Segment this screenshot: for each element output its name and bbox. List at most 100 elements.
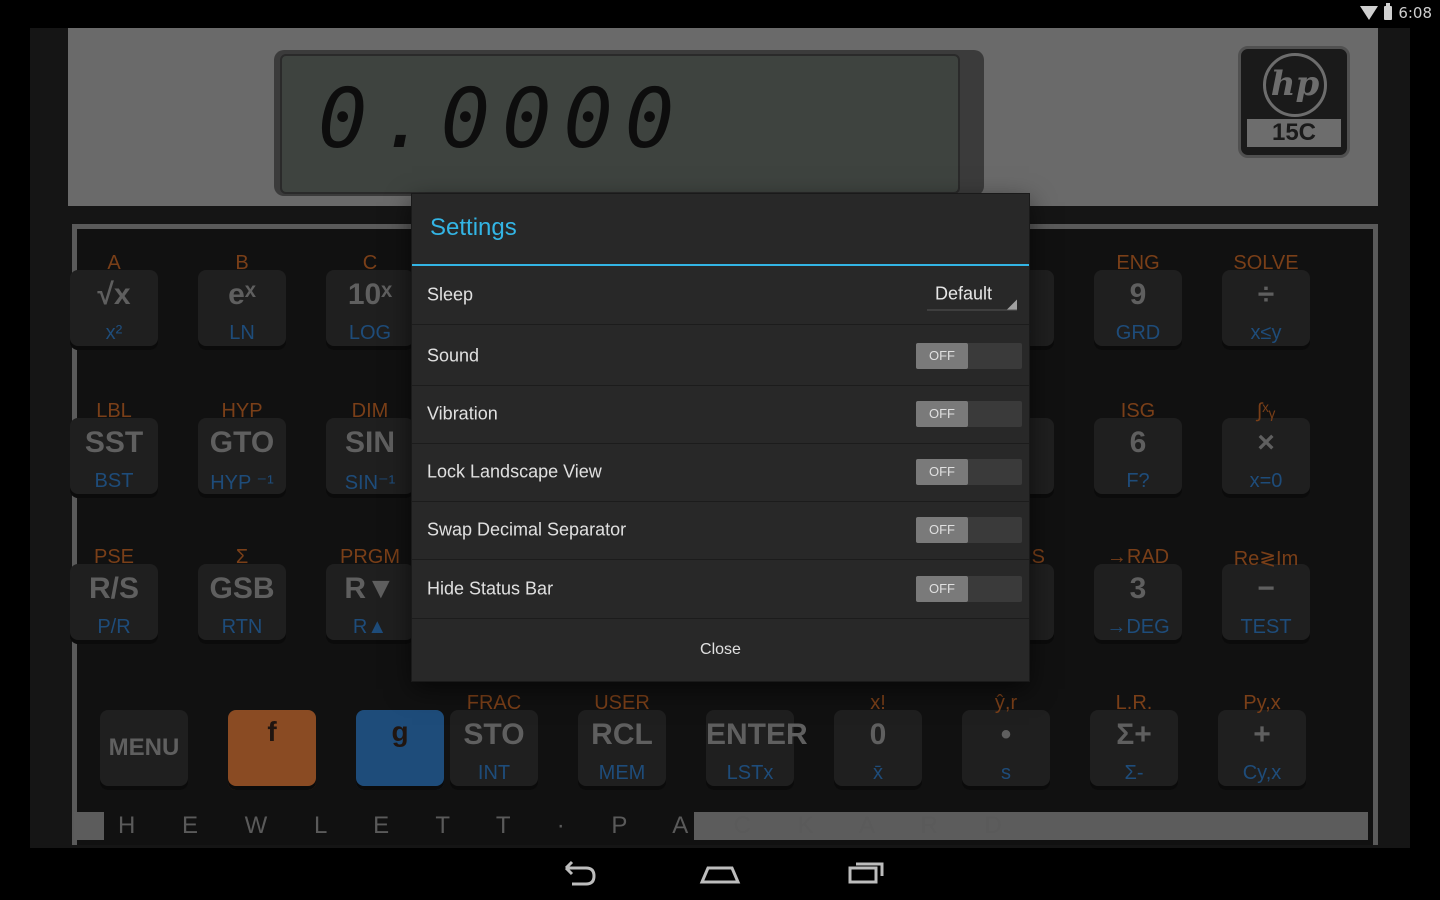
key-main-label: RCL xyxy=(591,718,653,751)
sleep-label: Sleep xyxy=(427,284,474,305)
lock-landscape-label: Lock Landscape View xyxy=(427,461,602,482)
key-main-label: STO xyxy=(463,718,525,751)
calculator-key[interactable]: USER RCL MEM xyxy=(578,692,666,790)
calculator-key[interactable]: LBL SST BST xyxy=(70,400,158,498)
navigation-bar xyxy=(0,848,1440,900)
key-shift-g-label: Cy,x xyxy=(1242,762,1282,784)
calculator-key[interactable]: PRGM R▼ R▲ xyxy=(326,546,414,644)
home-icon[interactable] xyxy=(698,858,742,888)
f-key-label: f xyxy=(267,716,277,747)
key-main-label: Σ+ xyxy=(1116,718,1152,751)
key-shift-g-label: x² xyxy=(105,322,123,344)
key-shift-g-label: Σ- xyxy=(1124,762,1144,784)
lock-landscape-toggle[interactable]: OFF xyxy=(916,459,1022,485)
recent-apps-icon[interactable] xyxy=(844,858,888,888)
sound-toggle-state: OFF xyxy=(916,343,968,369)
key-shift-f-label: x! xyxy=(870,692,886,714)
calculator-key[interactable]: A √x x² xyxy=(70,252,158,350)
key-main-label: eˣ xyxy=(228,278,256,311)
setting-row-swap-decimal: Swap Decimal Separator OFF xyxy=(412,501,1029,560)
calculator-key[interactable]: Py,x + Cy,x xyxy=(1218,692,1306,790)
wifi-icon xyxy=(1360,6,1379,20)
sound-toggle[interactable]: OFF xyxy=(916,343,1022,369)
key-shift-g-label: RTN xyxy=(221,616,263,638)
key-shift-g-label: →DEG xyxy=(1106,616,1170,638)
hide-status-bar-toggle[interactable]: OFF xyxy=(916,576,1022,602)
sound-label: Sound xyxy=(427,345,480,366)
key-main-label: R▼ xyxy=(344,572,396,605)
g-key-label: g xyxy=(391,716,409,747)
calculator-key[interactable]: PSE R/S P/R xyxy=(70,546,158,644)
key-main-label: GSB xyxy=(209,572,275,605)
calculator-key[interactable]: ENTER LSTx xyxy=(706,710,808,790)
calculator-key[interactable]: ∫ˣᵧ × x=0 xyxy=(1222,400,1310,498)
key-main-label: 10ˣ xyxy=(347,278,393,311)
close-button[interactable]: Close xyxy=(412,618,1029,682)
key-shift-g-label: TEST xyxy=(1240,616,1292,638)
key-shift-g-label: LSTx xyxy=(726,762,774,784)
calculator-key[interactable]: L.R. Σ+ Σ- xyxy=(1090,692,1178,790)
key-shift-g-label: F? xyxy=(1126,470,1150,492)
menu-key[interactable]: MENU xyxy=(100,710,188,790)
key-shift-f-label: ENG xyxy=(1116,252,1160,274)
key-main-label: 6 xyxy=(1129,426,1147,459)
hp-logo: hp 15C xyxy=(1238,46,1350,158)
hp-logo-mark: hp xyxy=(1263,53,1327,117)
calculator-key[interactable]: FRAC STO INT xyxy=(450,692,538,790)
key-main-label: × xyxy=(1257,426,1275,459)
key-shift-f-label: L.R. xyxy=(1115,692,1153,714)
key-shift-f-label: PRGM xyxy=(340,546,400,568)
calculator-key[interactable]: DIM SIN SIN⁻¹ xyxy=(326,400,414,498)
back-icon[interactable] xyxy=(556,858,600,888)
key-shift-g-label: R▲ xyxy=(352,616,388,638)
g-key[interactable]: g xyxy=(356,710,444,790)
key-main-label: − xyxy=(1257,572,1275,605)
key-main-label: • xyxy=(1000,718,1012,751)
setting-row-sleep: Sleep Default xyxy=(412,266,1029,325)
hide-status-bar-label: Hide Status Bar xyxy=(427,578,554,599)
key-shift-f-label: Py,x xyxy=(1243,692,1281,714)
calculator-key[interactable]: C 10ˣ LOG xyxy=(326,252,414,350)
key-shift-f-label: ŷ,r xyxy=(994,692,1018,714)
model-badge: 15C xyxy=(1247,119,1341,147)
calculator-key[interactable]: ŷ,r • s xyxy=(962,692,1050,790)
key-shift-f-label: LBL xyxy=(96,400,132,422)
calculator-key[interactable]: Σ GSB RTN xyxy=(198,546,286,644)
key-main-label: R/S xyxy=(88,572,139,605)
sleep-dropdown[interactable]: Default xyxy=(927,280,1017,311)
calculator-key[interactable]: ENG 9 GRD xyxy=(1094,252,1182,350)
setting-row-sound: Sound OFF xyxy=(412,327,1029,386)
calculator-key[interactable]: →RAD 3 →DEG xyxy=(1094,546,1182,644)
sleep-value: Default xyxy=(935,283,993,304)
key-shift-f-label: SOLVE xyxy=(1233,252,1299,274)
key-shift-f-label: PSE xyxy=(93,546,135,568)
battery-icon xyxy=(1384,3,1393,20)
key-shift-g-label: x=0 xyxy=(1249,470,1283,492)
key-shift-g-label: HYP ⁻¹ xyxy=(210,472,274,494)
key-shift-g-label: LOG xyxy=(348,322,392,344)
vibration-toggle[interactable]: OFF xyxy=(916,401,1022,427)
key-shift-f-label: DIM xyxy=(351,400,389,422)
calculator-key[interactable]: SOLVE ÷ x≤y xyxy=(1222,252,1310,350)
menu-key-label: MENU xyxy=(108,734,180,761)
vibration-toggle-state: OFF xyxy=(916,401,968,427)
key-shift-f-label: Σ xyxy=(235,546,249,568)
settings-dialog: Settings Sleep Default Sound OFF Vibrati… xyxy=(412,194,1029,681)
calculator-key[interactable]: ISG 6 F? xyxy=(1094,400,1182,498)
calculator-key[interactable]: x! 0 x̄ xyxy=(834,692,922,790)
calculator-key[interactable]: HYP GTO HYP ⁻¹ xyxy=(198,400,286,498)
key-shift-g-label: x≤y xyxy=(1250,322,1282,344)
status-bar: 6:08 xyxy=(0,0,1440,28)
key-main-label: ENTER xyxy=(706,718,808,751)
dropdown-caret-icon xyxy=(1007,299,1017,310)
key-shift-f-label: ISG xyxy=(1120,400,1156,422)
key-shift-g-label: MEM xyxy=(598,762,646,784)
setting-row-lock-landscape: Lock Landscape View OFF xyxy=(412,443,1029,502)
f-key[interactable]: f xyxy=(228,710,316,790)
hide-status-bar-toggle-state: OFF xyxy=(916,576,968,602)
key-shift-f-label: ∫ˣᵧ xyxy=(1256,400,1276,422)
key-main-label: SST xyxy=(84,426,144,459)
calculator-key[interactable]: Beˣ LN xyxy=(198,252,286,350)
swap-decimal-toggle[interactable]: OFF xyxy=(916,517,1022,543)
calculator-key[interactable]: Re≷Im − TEST xyxy=(1222,548,1310,644)
